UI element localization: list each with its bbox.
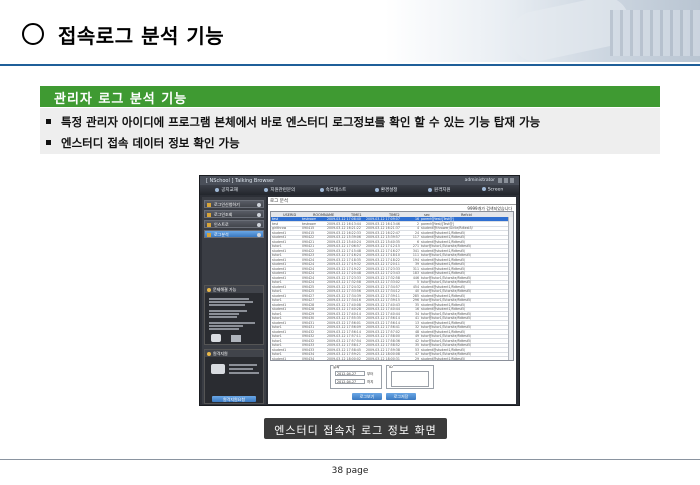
- table-cell: 2009-03-12 18:00:02: [327, 356, 361, 361]
- chevron-icon: [257, 212, 261, 217]
- nav-icon: [264, 187, 269, 192]
- nav-icon: [427, 187, 432, 192]
- nav-icon: [319, 187, 324, 192]
- nav-icon: [481, 187, 486, 192]
- nav-item[interactable]: 공지교재: [200, 187, 253, 193]
- help-panel-header: 문제해결 가능: [205, 286, 263, 293]
- filter-area: 날짜 2012-04-27 부터 2012-04-27 까지 ID: [330, 365, 434, 389]
- app-titlebar: [ NSchool ] Talking Browser administrato…: [200, 176, 519, 185]
- table-cell: 090434: [302, 356, 315, 361]
- help-panel: 문제해결 가능: [204, 285, 264, 345]
- sidebar-item[interactable]: 로그인신청하기: [204, 200, 264, 208]
- footer-divider: [0, 459, 700, 460]
- bullet-square-icon: [46, 140, 51, 145]
- column-header: sec: [424, 212, 430, 217]
- log-table[interactable]: USERID ROOMNAME TIME1 TIME2 sec Refcid t…: [270, 211, 514, 361]
- nav-icon: [374, 187, 379, 192]
- bullet-item: 특정 관리자 아이디에 프로그램 본체에서 바로 엔스터디 로그정보를 확인 할…: [46, 114, 540, 130]
- nav-item[interactable]: 속도테스트: [306, 187, 359, 193]
- bullet-square-icon: [46, 119, 51, 124]
- slide-title: 접속로그 분석 기능: [58, 24, 225, 48]
- bullet-item: 엔스터디 접속 데이터 정보 확인 가능: [46, 135, 240, 151]
- chevron-icon: [257, 232, 261, 237]
- app-sidebar: 로그인신청하기 로그인조회 인스트로 로그분석 문제해결 가능 원격지원 원격지…: [202, 197, 266, 404]
- remote-icon: [207, 351, 211, 356]
- sidebar-item[interactable]: 로그인조회: [204, 210, 264, 218]
- page-number: 38 page: [331, 466, 369, 476]
- id-filter-box[interactable]: [391, 371, 429, 387]
- title-circle-icon: [22, 23, 44, 45]
- nav-item[interactable]: Screen: [466, 187, 519, 193]
- table-cell: student@student1/Rdtest5/: [421, 356, 466, 361]
- date-to-input[interactable]: 2012-04-27: [335, 379, 365, 384]
- app-window-title: [ NSchool ] Talking Browser: [206, 177, 275, 184]
- table-row[interactable]: student1 090434 2009-03-12 18:00:02 2009-03…: [271, 356, 513, 361]
- nav-item[interactable]: 지원관련문의: [253, 187, 306, 193]
- nav-item[interactable]: 환경설정: [360, 187, 413, 193]
- folder-icon: [207, 202, 211, 207]
- app-nav: 공지교재 지원관련문의 속도테스트 환경설정 원격지원 Screen: [200, 185, 519, 195]
- remote-support-button[interactable]: 원격지원요청: [212, 396, 256, 402]
- remote-panel-header: 원격지원: [205, 350, 263, 357]
- table-cell: 2009-03-12 18:00:31: [366, 356, 400, 361]
- folder-icon: [207, 212, 211, 217]
- app-user: administrator: [464, 177, 495, 183]
- app-window: [ NSchool ] Talking Browser administrato…: [199, 175, 520, 406]
- column-header: USERID: [283, 212, 297, 217]
- sidebar-item[interactable]: 인스트로: [204, 220, 264, 228]
- slide: 접속로그 분석 기능 관리자 로그 분석 기능 특정 관리자 아이디에 프로그램…: [0, 0, 700, 485]
- section-bar: 관리자 로그 분석 기능: [40, 86, 660, 107]
- headset-icon: [231, 335, 241, 342]
- chevron-icon: [257, 222, 261, 227]
- table-cell: student1: [272, 356, 287, 361]
- table-scrollbar[interactable]: [508, 217, 513, 360]
- date-filter: 날짜 2012-04-27 부터 2012-04-27 까지: [330, 365, 382, 389]
- header-photo: [470, 0, 700, 62]
- phone-icon: [211, 334, 221, 342]
- date-from-input[interactable]: 2012-04-27: [335, 371, 365, 376]
- bullet-list: 특정 관리자 아이디에 프로그램 본체에서 바로 엔스터디 로그정보를 확인 할…: [40, 108, 660, 154]
- section-title: 관리자 로그 분석 기능: [54, 92, 188, 107]
- nav-item[interactable]: 원격지원: [413, 187, 466, 193]
- folder-icon: [207, 232, 211, 237]
- sidebar-item-active[interactable]: 로그분석: [204, 230, 264, 238]
- column-header: Refcid: [461, 212, 472, 217]
- column-header: ROOMNAME: [313, 212, 335, 217]
- window-controls-icon[interactable]: [498, 178, 516, 183]
- lightbulb-icon: [207, 287, 211, 292]
- view-log-button[interactable]: 로그보기: [352, 393, 382, 400]
- log-content: 로그 분석 9999개가 검색되었습니다 USERID ROOMNAME TIM…: [268, 197, 516, 404]
- column-header: TIME1: [351, 212, 362, 217]
- figure-caption: 엔스터디 접속자 로그 정보 화면: [264, 418, 447, 439]
- table-cell: 29: [414, 356, 419, 361]
- header-divider: [0, 64, 700, 66]
- chevron-icon: [257, 202, 261, 207]
- nav-icon: [215, 187, 220, 192]
- save-log-button[interactable]: 로그저장: [386, 393, 416, 400]
- column-header: TIME2: [389, 212, 400, 217]
- id-filter: ID: [386, 365, 434, 389]
- folder-icon: [207, 222, 211, 227]
- monitor-icon: [211, 364, 225, 374]
